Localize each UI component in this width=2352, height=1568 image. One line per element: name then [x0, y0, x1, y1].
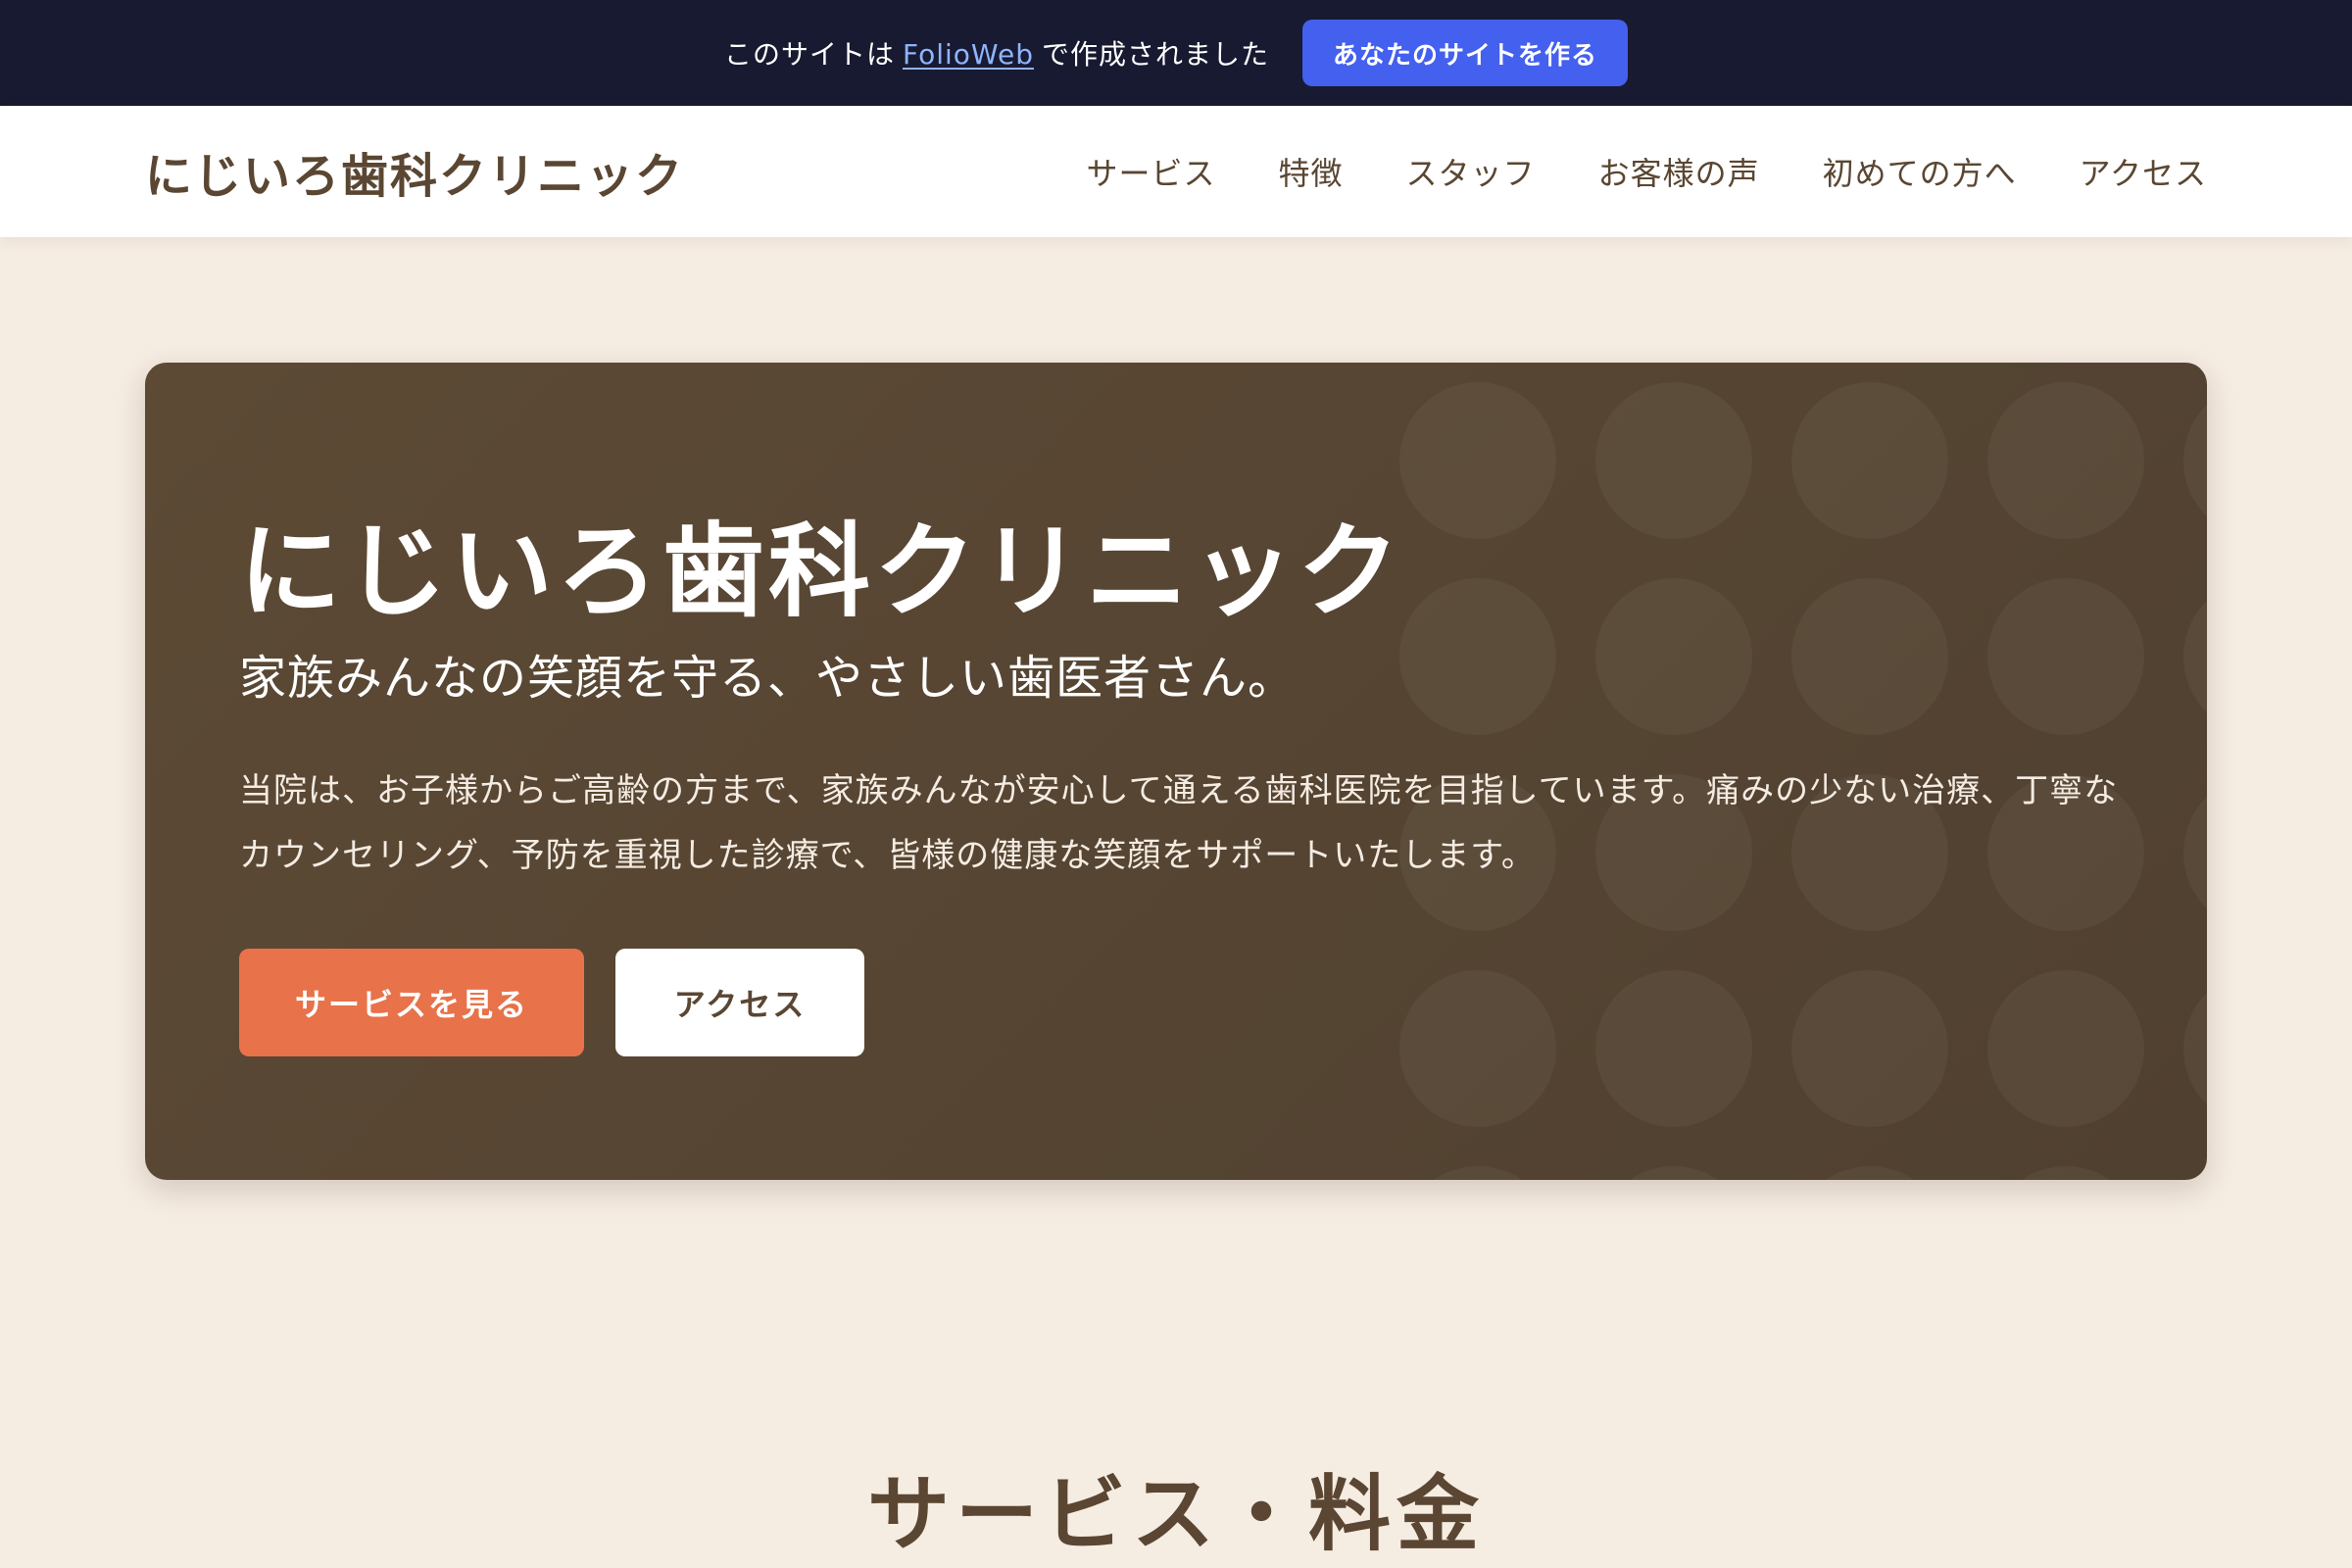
hero-subtitle: 家族みんなの笑顔を守る、やさしい歯医者さん。 [239, 651, 1297, 706]
nav-item-access[interactable]: アクセス [2080, 149, 2207, 194]
nav-item-features[interactable]: 特徴 [1279, 149, 1344, 194]
promo-bar: このサイトは FolioWeb で作成されました あなたのサイトを作る [0, 0, 2352, 106]
promo-text-before: このサイトは [723, 38, 895, 71]
view-services-button[interactable]: サービスを見る [239, 949, 584, 1056]
site-logo[interactable]: にじいろ歯科クリニック [145, 137, 684, 206]
promo-text-after: で作成されました [1041, 38, 1269, 71]
access-button[interactable]: アクセス [615, 949, 864, 1056]
folioweb-link[interactable]: FolioWeb [903, 38, 1034, 71]
nav-item-first-visit[interactable]: 初めての方へ [1823, 149, 2017, 194]
hero-description: 当院は、お子様からご高齢の方まで、家族みんなが安心して通える歯科医院を目指してい… [239, 771, 2119, 875]
create-site-button[interactable]: あなたのサイトを作る [1302, 20, 1628, 86]
hero-buttons: サービスを見る アクセス [239, 949, 864, 1056]
nav-item-testimonials[interactable]: お客様の声 [1598, 149, 1760, 194]
promo-text: このサイトは FolioWeb で作成されました [724, 33, 1269, 73]
hero-section: にじいろ歯科クリニック 家族みんなの笑顔を守る、やさしい歯医者さん。 当院は、お… [145, 363, 2207, 1180]
nav-item-services[interactable]: サービス [1087, 149, 1216, 194]
site-header: にじいろ歯科クリニック サービス 特徴 スタッフ お客様の声 初めての方へ アク… [0, 106, 2352, 237]
nav-item-staff[interactable]: スタッフ [1406, 149, 1536, 194]
hero-title: にじいろ歯科クリニック [239, 512, 1404, 631]
services-section-title: サービス・料金 [866, 1466, 1485, 1562]
main-nav: サービス 特徴 スタッフ お客様の声 初めての方へ アクセス [1087, 106, 2207, 237]
